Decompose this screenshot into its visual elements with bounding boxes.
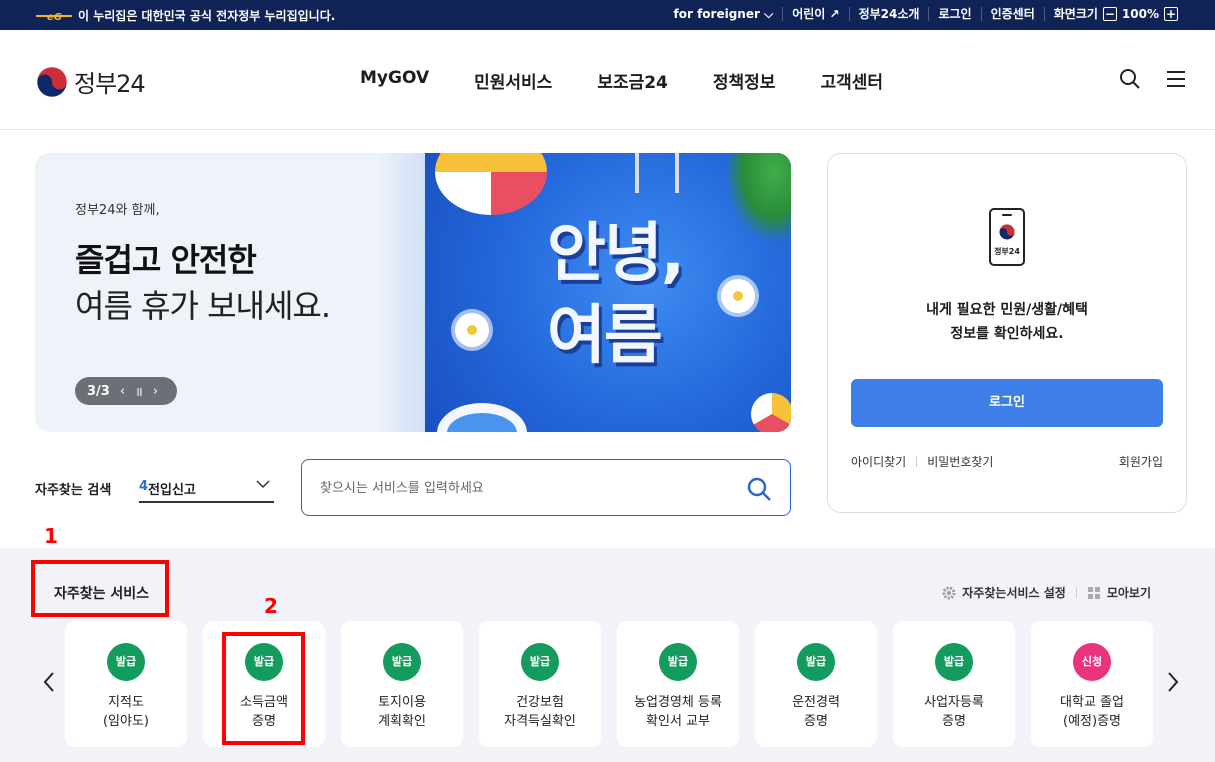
taegeuk-logo-icon [999, 224, 1015, 240]
service-card[interactable]: 발급 토지이용 계획확인 [341, 621, 463, 747]
service-card[interactable]: 발급 지적도 (임야도) [65, 621, 187, 747]
signup-link[interactable]: 회원가입 [1119, 453, 1163, 470]
services-options: 자주찾는서비스 설정 모아보기 [942, 584, 1151, 601]
login-card: 정부24 내게 필요한 민원/생활/혜택 정보를 확인하세요. 로그인 아이디찾… [827, 153, 1187, 513]
annotation-box-1 [31, 560, 169, 617]
phone-icon: 정부24 [989, 208, 1025, 266]
header-icons [1119, 68, 1187, 90]
phone-label: 정부24 [994, 247, 1020, 256]
banner-page-indicator: 3/3 [87, 383, 110, 399]
site-header: 정부24 MyGOV 민원서비스 보조금24 정책정보 고객센터 [0, 30, 1215, 130]
phone-notch [1002, 214, 1012, 216]
zoom-out-button[interactable]: − [1102, 7, 1117, 21]
service-card-name: 사업자등록 증명 [924, 695, 984, 729]
banner-title-line2: 여름 휴가 보내세요. [75, 287, 331, 325]
taegeuk-logo-icon [36, 66, 68, 97]
gear-icon [942, 586, 956, 599]
find-id-link[interactable]: 아이디찾기 [851, 453, 906, 470]
service-card[interactable]: 발급 사업자등록 증명 [893, 621, 1015, 747]
kids-link[interactable]: 어린이 ↗ [782, 7, 848, 21]
for-foreigner-link[interactable]: for foreigner ⌵ [665, 7, 783, 21]
flower-art [721, 279, 755, 313]
external-link-icon: ↗ [829, 7, 840, 21]
issue-badge: 발급 [797, 643, 835, 681]
search-input[interactable] [320, 477, 720, 499]
service-card-name: 건강보험 자격득실확인 [504, 695, 576, 729]
grid-icon [1087, 586, 1100, 599]
service-card[interactable]: 발급 운전경력 증명 [755, 621, 877, 747]
issue-badge: 발급 [521, 643, 559, 681]
divider [916, 456, 918, 467]
issue-badge: 발급 [935, 643, 973, 681]
service-card-name: 토지이용 계획확인 [378, 695, 426, 729]
main-nav: MyGOV 민원서비스 보조금24 정책정보 고객센터 [360, 68, 928, 93]
about-link[interactable]: 정부24소개 [848, 7, 929, 21]
services-settings-link[interactable]: 자주찾는서비스 설정 [962, 584, 1066, 601]
promo-banner[interactable]: 안녕, 여름 정부24와 함께, 즐겁고 안전한 여름 휴가 보내세요. 3/3… [35, 153, 791, 432]
annotation-box-2 [222, 632, 305, 745]
nav-civil-services[interactable]: 민원서비스 [474, 68, 552, 93]
prev-slide-icon[interactable]: ‹ [120, 384, 125, 399]
frequent-search-value: 전입신고 [148, 483, 196, 498]
chevron-right-icon[interactable] [1165, 670, 1181, 694]
nav-subsidy24[interactable]: 보조금24 [597, 68, 668, 93]
frequent-search-label: 자주찾는 검색 [35, 483, 112, 498]
service-card-name: 대학교 졸업 (예정)증명 [1060, 695, 1124, 729]
nav-policy-info[interactable]: 정책정보 [713, 68, 776, 93]
gov-notice: eG 이 누리집은 대한민국 공식 전자정부 누리집입니다. [36, 7, 335, 24]
site-logo[interactable]: 정부24 [36, 64, 146, 99]
nav-mygov[interactable]: MyGOV [360, 68, 429, 93]
service-search-box [301, 459, 791, 516]
chevron-down-icon: ⌵ [764, 7, 774, 21]
banner-pager: 3/3 ‹ ॥ › [75, 377, 177, 405]
zoom-label: 화면크기 [1053, 7, 1098, 21]
flower-art [455, 313, 489, 347]
small-ball-art [751, 393, 791, 432]
login-button[interactable]: 로그인 [851, 379, 1163, 427]
service-card-name: 지적도 (임야도) [102, 695, 150, 729]
zoom-in-button[interactable]: + [1164, 7, 1178, 21]
egov-logo-icon: eG [36, 12, 72, 22]
zoom-value: 100% [1121, 7, 1159, 21]
gov-topbar: eG 이 누리집은 대한민국 공식 전자정부 누리집입니다. for forei… [0, 0, 1215, 30]
chevron-down-icon [256, 480, 270, 489]
pause-icon[interactable]: ॥ [135, 382, 143, 400]
frequent-search-select[interactable]: 4 전입신고 [139, 476, 274, 503]
chevron-left-icon[interactable] [41, 670, 57, 694]
apply-badge: 신청 [1073, 643, 1111, 681]
top-login-link[interactable]: 로그인 [928, 7, 980, 21]
search-icon[interactable] [1119, 68, 1141, 90]
login-message: 내게 필요한 민원/생활/혜택 정보를 확인하세요. [926, 302, 1088, 342]
service-card-name: 농업경영체 등록 확인서 교부 [634, 695, 722, 729]
view-all-link[interactable]: 모아보기 [1107, 584, 1151, 601]
frequent-search-rank: 4 [139, 479, 149, 494]
menu-icon[interactable] [1165, 68, 1187, 90]
banner-title-line1: 즐겁고 안전한 [75, 241, 257, 279]
search-icon[interactable] [746, 476, 772, 502]
divider [1075, 587, 1077, 598]
issue-badge: 발급 [383, 643, 421, 681]
issue-badge: 발급 [659, 643, 697, 681]
service-card-name: 운전경력 증명 [792, 695, 840, 729]
login-links: 아이디찾기 비밀번호찾기 [851, 453, 993, 470]
service-card[interactable]: 발급 농업경영체 등록 확인서 교부 [617, 621, 739, 747]
annotation-number-1: 1 [44, 524, 58, 548]
zoom-control: 화면크기 − 100% + [1043, 7, 1187, 21]
service-card[interactable]: 신청 대학교 졸업 (예정)증명 [1031, 621, 1153, 747]
banner-subtitle: 정부24와 함께, [75, 203, 160, 218]
annotation-number-2: 2 [264, 594, 278, 618]
utility-links: for foreigner ⌵ 어린이 ↗ 정부24소개 로그인 인증센터 화면… [665, 7, 1187, 21]
pool-ladder-art [635, 153, 679, 193]
gov-notice-text: 이 누리집은 대한민국 공식 전자정부 누리집입니다. [78, 9, 336, 23]
svg-text:eG: eG [47, 12, 62, 22]
logo-text: 정부24 [74, 70, 146, 98]
next-slide-icon[interactable]: › [153, 384, 158, 399]
find-password-link[interactable]: 비밀번호찾기 [927, 453, 993, 470]
service-card[interactable]: 발급 건강보험 자격득실확인 [479, 621, 601, 747]
banner-art-text: 안녕, 여름 [547, 217, 685, 373]
issue-badge: 발급 [107, 643, 145, 681]
palm-leaf-art [725, 153, 791, 243]
nav-customer-center[interactable]: 고객센터 [820, 68, 883, 93]
cert-center-link[interactable]: 인증센터 [980, 7, 1044, 21]
